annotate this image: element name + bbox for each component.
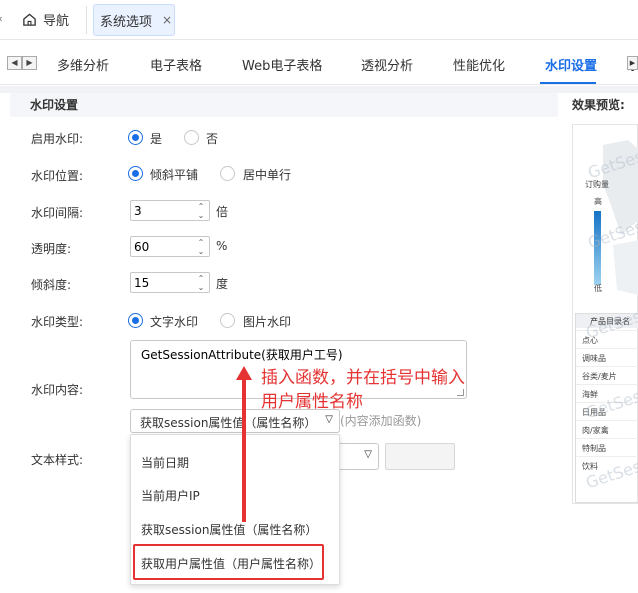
panel-title: 水印设置 bbox=[30, 98, 79, 112]
annotation-arrow-icon bbox=[236, 366, 252, 522]
tab-pivot-analysis[interactable]: 透视分析 bbox=[361, 55, 413, 74]
content-label: 水印内容: bbox=[31, 383, 84, 397]
scroll-left-icon[interactable]: ◀ bbox=[7, 56, 22, 70]
text-style-label: 文本样式: bbox=[31, 453, 84, 467]
tab-scroll-right-icon[interactable]: ▶ bbox=[627, 56, 638, 70]
spacing-value: 3 bbox=[134, 204, 142, 218]
opacity-label: 透明度: bbox=[31, 242, 72, 256]
position-label: 水印位置: bbox=[31, 169, 84, 183]
home-nav-tab[interactable]: 导航 bbox=[22, 10, 69, 29]
preview-title: 效果预览: bbox=[572, 98, 625, 112]
tilt-unit: 度 bbox=[216, 277, 229, 291]
tab-performance[interactable]: 性能优化 bbox=[453, 55, 505, 74]
close-icon[interactable]: × bbox=[162, 13, 172, 27]
chevron-down-icon: ▽ bbox=[364, 449, 372, 460]
function-select-value: 获取session属性值（属性名称） bbox=[140, 416, 317, 430]
scroll-right-icon[interactable]: ▶ bbox=[22, 56, 37, 70]
annotation-line-1: 插入函数，并在括号中输入 bbox=[261, 368, 465, 388]
type-image-label: 图片水印 bbox=[243, 315, 292, 329]
home-nav-label: 导航 bbox=[43, 14, 70, 29]
enable-yes-label: 是 bbox=[150, 132, 163, 146]
watermark-content-value: GetSessionAttribute(获取用户工号) bbox=[141, 348, 343, 362]
tab-web-spreadsheet[interactable]: Web电子表格 bbox=[242, 55, 322, 74]
position-center-radio[interactable] bbox=[220, 166, 235, 181]
annotation-text: 插入函数，并在括号中输入 用户属性名称 bbox=[261, 366, 511, 414]
tab-multidim-analysis[interactable]: 多维分析 bbox=[57, 55, 109, 74]
tabs-prev-icon[interactable]: « bbox=[0, 12, 3, 25]
tilt-label: 倾斜度: bbox=[31, 278, 72, 292]
annotation-line-2: 用户属性名称 bbox=[261, 392, 363, 412]
enable-no-radio[interactable] bbox=[184, 130, 199, 145]
tab-divider bbox=[86, 6, 87, 34]
spacing-label: 水印间隔: bbox=[31, 206, 84, 220]
position-tiled-radio[interactable] bbox=[128, 166, 143, 181]
chevron-down-icon[interactable]: ⌄ bbox=[196, 283, 206, 292]
dropdown-item-session-attribute[interactable]: 获取session属性值（属性名称） bbox=[141, 521, 317, 538]
function-select-hint: (内容添加函数) bbox=[340, 414, 422, 428]
enable-yes-radio[interactable] bbox=[128, 130, 143, 145]
chevron-up-icon[interactable]: ⌃ bbox=[196, 274, 206, 283]
content-divider bbox=[0, 86, 638, 93]
opacity-stepper[interactable]: 60 ⌃ ⌄ bbox=[130, 236, 210, 257]
watermark-preview: 订购量 高 低 产品目录名 点心 调味品 谷类/麦片 海鲜 日用品 肉/家禽 特… bbox=[572, 124, 638, 504]
type-label: 水印类型: bbox=[31, 315, 84, 329]
chevron-down-icon[interactable]: ⌄ bbox=[196, 211, 206, 220]
dropdown-item-current-user-ip[interactable]: 当前用户IP bbox=[141, 487, 200, 504]
chevron-up-icon[interactable]: ⌃ bbox=[196, 202, 206, 211]
tab-watermark-settings[interactable]: 水印设置 bbox=[545, 55, 597, 74]
legend-title: 订购量 bbox=[585, 180, 609, 189]
spacing-unit: 倍 bbox=[216, 205, 229, 219]
tilt-value: 15 bbox=[134, 276, 150, 290]
type-image-radio[interactable] bbox=[220, 313, 235, 328]
chevron-up-icon[interactable]: ⌃ bbox=[196, 238, 206, 247]
watermark-panel-header: 水印设置 bbox=[10, 93, 558, 117]
legend-low: 低 bbox=[594, 284, 602, 293]
position-center-label: 居中单行 bbox=[243, 168, 292, 182]
opacity-unit: % bbox=[216, 239, 228, 253]
dropdown-item-current-date[interactable]: 当前日期 bbox=[141, 454, 189, 471]
active-tab-indicator bbox=[540, 82, 596, 84]
opacity-value: 60 bbox=[134, 240, 150, 254]
chevron-down-icon[interactable]: ⌄ bbox=[196, 247, 206, 256]
type-text-label: 文字水印 bbox=[150, 315, 199, 329]
top-bar: « 导航 系统选项 × bbox=[0, 0, 638, 40]
tilt-stepper[interactable]: 15 ⌃ ⌄ bbox=[130, 272, 210, 293]
table-row: 肉/家禽 bbox=[576, 420, 638, 438]
tab-spreadsheet[interactable]: 电子表格 bbox=[150, 55, 202, 74]
tab-system-options[interactable]: 系统选项 × bbox=[93, 4, 175, 36]
enable-no-label: 否 bbox=[206, 132, 219, 146]
dropdown-item-user-attribute[interactable]: 获取用户属性值（用户属性名称） bbox=[141, 555, 321, 572]
position-tiled-label: 倾斜平铺 bbox=[150, 168, 199, 182]
table-row: 谷类/麦片 bbox=[576, 366, 638, 384]
tab-system-options-label: 系统选项 bbox=[100, 14, 153, 30]
legend-high: 高 bbox=[594, 197, 602, 206]
home-icon bbox=[23, 13, 36, 26]
tab-scroll-buttons: ◀ ▶ bbox=[7, 56, 37, 70]
type-text-radio[interactable] bbox=[128, 313, 143, 328]
table-row: 调味品 bbox=[576, 348, 638, 366]
settings-tab-bar: ◀ ▶ 多维分析 电子表格 Web电子表格 透视分析 性能优化 水印设置 系 bbox=[0, 41, 638, 85]
table-row: 特制品 bbox=[576, 438, 638, 456]
spacing-stepper[interactable]: 3 ⌃ ⌄ bbox=[130, 200, 210, 221]
enable-watermark-label: 启用水印: bbox=[31, 132, 84, 146]
chevron-down-icon: ▽ bbox=[325, 414, 333, 425]
text-style-color-box[interactable] bbox=[385, 443, 455, 470]
